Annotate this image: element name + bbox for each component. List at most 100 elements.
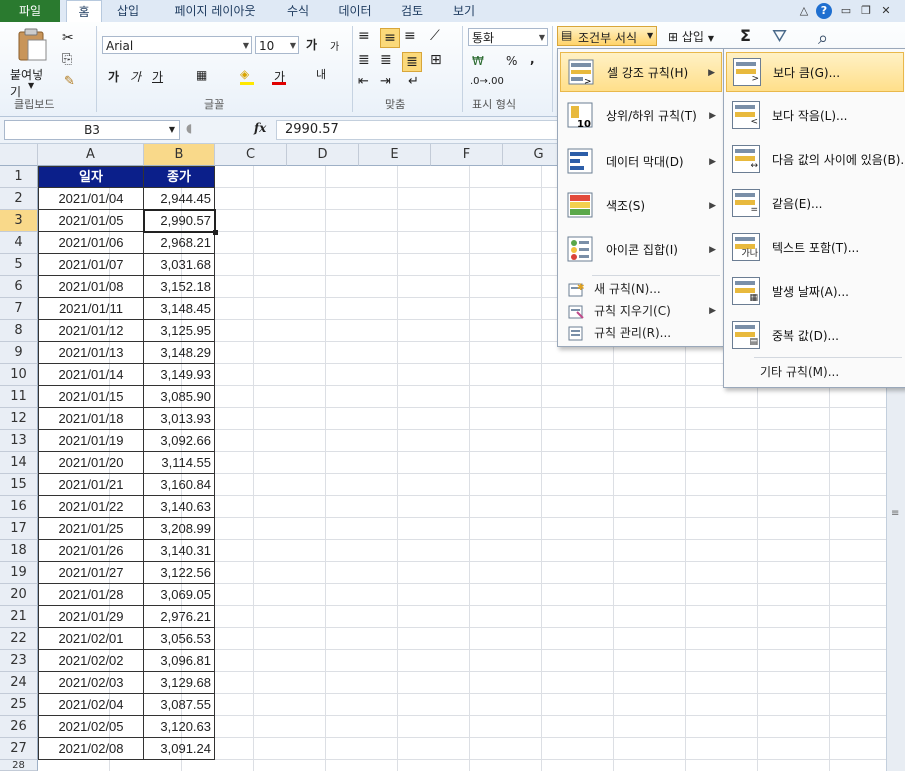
copy-icon[interactable]: ⎘ xyxy=(62,52,72,67)
cell-date[interactable]: 2021/01/26 xyxy=(38,540,144,562)
row-header[interactable]: 4 xyxy=(0,232,38,254)
decrease-indent-icon[interactable]: ⇤ xyxy=(358,74,369,89)
cell-close[interactable]: 3,160.84 xyxy=(144,474,215,496)
row-header[interactable]: 9 xyxy=(0,342,38,364)
row-header[interactable]: 14 xyxy=(0,452,38,474)
cell-date[interactable]: 2021/01/15 xyxy=(38,386,144,408)
tab-formulas[interactable]: 수식 xyxy=(278,0,318,22)
conditional-format-button[interactable]: ▤ 조건부 서식 ▼ xyxy=(557,26,657,46)
row-header[interactable]: 19 xyxy=(0,562,38,584)
cell-close[interactable]: 3,122.56 xyxy=(144,562,215,584)
cell-close[interactable]: 3,091.24 xyxy=(144,738,215,760)
row-header[interactable]: 1 xyxy=(0,166,38,188)
cell-date[interactable]: 2021/01/11 xyxy=(38,298,144,320)
tab-home[interactable]: 홈 xyxy=(66,0,102,24)
column-header-f[interactable]: F xyxy=(431,144,503,166)
merge-center-icon[interactable]: ⊞ xyxy=(430,52,442,68)
menu-item-more-rules[interactable]: 기타 규칙(M)... xyxy=(726,361,904,383)
bold-button[interactable]: 가 xyxy=(108,68,119,85)
cell-close[interactable]: 3,140.31 xyxy=(144,540,215,562)
cell-date[interactable]: 2021/01/07 xyxy=(38,254,144,276)
cell-date[interactable]: 2021/01/08 xyxy=(38,276,144,298)
cell-close[interactable]: 3,140.63 xyxy=(144,496,215,518)
cell-date[interactable]: 2021/01/18 xyxy=(38,408,144,430)
cell-close[interactable]: 3,120.63 xyxy=(144,716,215,738)
row-header[interactable]: 17 xyxy=(0,518,38,540)
underline-button[interactable]: 가 xyxy=(152,68,163,85)
cell-date[interactable]: 2021/01/05 xyxy=(38,210,144,232)
cell-close[interactable]: 3,148.29 xyxy=(144,342,215,364)
menu-item-manage-rules[interactable]: 규칙 관리(R)... xyxy=(560,322,722,344)
tab-file[interactable]: 파일 xyxy=(0,0,60,22)
row-header[interactable]: 24 xyxy=(0,672,38,694)
format-painter-icon[interactable]: ✎ xyxy=(64,74,75,89)
decrease-font-button[interactable]: 가 xyxy=(330,38,339,53)
cell-close[interactable]: 3,148.45 xyxy=(144,298,215,320)
cell-date[interactable]: 2021/01/22 xyxy=(38,496,144,518)
phonetic-button[interactable]: 내 xyxy=(316,66,326,82)
currency-icon[interactable]: ₩ xyxy=(472,54,484,68)
cell-date[interactable]: 2021/01/13 xyxy=(38,342,144,364)
cell-date[interactable]: 2021/02/05 xyxy=(38,716,144,738)
increase-decimal-icon[interactable]: .0→.00 xyxy=(470,76,504,87)
row-header[interactable]: 22 xyxy=(0,628,38,650)
header-cell-date[interactable]: 일자 xyxy=(38,166,144,188)
cell-close[interactable]: 3,096.81 xyxy=(144,650,215,672)
cut-icon[interactable]: ✂ xyxy=(62,30,74,46)
align-top-icon[interactable]: ≡ xyxy=(358,28,370,44)
cell-close[interactable]: 3,129.68 xyxy=(144,672,215,694)
menu-item-highlight-cells[interactable]: > 셀 강조 규칙(H) ▶ xyxy=(560,52,722,92)
tab-insert[interactable]: 삽입 xyxy=(108,0,148,22)
cell-close[interactable]: 3,125.95 xyxy=(144,320,215,342)
cell-close[interactable]: 2,944.45 xyxy=(144,188,215,210)
menu-item-text-contains[interactable]: 가나 텍스트 포함(T)... xyxy=(726,228,904,268)
cell-date[interactable]: 2021/01/20 xyxy=(38,452,144,474)
cell-date[interactable]: 2021/02/04 xyxy=(38,694,144,716)
cell-date[interactable]: 2021/02/08 xyxy=(38,738,144,760)
menu-item-data-bars[interactable]: 데이터 막대(D) ▶ xyxy=(560,142,722,182)
menu-item-date-occurring[interactable]: ▦ 발생 날짜(A)... xyxy=(726,272,904,312)
fill-handle[interactable] xyxy=(213,230,218,235)
collapse-ribbon-icon[interactable]: △ xyxy=(796,3,812,19)
menu-item-between[interactable]: ↔ 다음 값의 사이에 있음(B)... xyxy=(726,140,905,180)
menu-item-color-scales[interactable]: 색조(S) ▶ xyxy=(560,186,722,226)
paste-dropdown-icon[interactable]: ▼ xyxy=(28,81,34,90)
tab-view[interactable]: 보기 xyxy=(444,0,484,22)
increase-indent-icon[interactable]: ⇥ xyxy=(380,74,391,89)
fill-color-icon[interactable]: ◈ xyxy=(240,67,249,81)
cell-date[interactable]: 2021/01/21 xyxy=(38,474,144,496)
row-header[interactable]: 5 xyxy=(0,254,38,276)
orientation-icon[interactable]: ⟋ xyxy=(430,28,440,44)
column-header-b[interactable]: B xyxy=(144,144,215,166)
tab-page-layout[interactable]: 페이지 레이아웃 xyxy=(160,0,270,22)
border-icon[interactable]: ▦ xyxy=(196,68,207,82)
row-header[interactable]: 10 xyxy=(0,364,38,386)
cell-date[interactable]: 2021/02/02 xyxy=(38,650,144,672)
cell-close[interactable]: 3,208.99 xyxy=(144,518,215,540)
increase-font-button[interactable]: 가 xyxy=(306,36,317,53)
tab-data[interactable]: 데이터 xyxy=(330,0,380,22)
cell-close[interactable]: 3,069.05 xyxy=(144,584,215,606)
header-cell-close[interactable]: 종가 xyxy=(144,166,215,188)
minimize-icon[interactable]: ▭ xyxy=(838,3,854,19)
cell-date[interactable]: 2021/01/29 xyxy=(38,606,144,628)
column-header-d[interactable]: D xyxy=(287,144,359,166)
row-header[interactable]: 21 xyxy=(0,606,38,628)
menu-item-greater-than[interactable]: > 보다 큼(G)... xyxy=(726,52,904,92)
cell-close[interactable]: 3,085.90 xyxy=(144,386,215,408)
row-header[interactable]: 26 xyxy=(0,716,38,738)
cell-date[interactable]: 2021/01/04 xyxy=(38,188,144,210)
help-icon[interactable]: ? xyxy=(816,3,832,19)
name-box[interactable]: B3 ▼ xyxy=(4,120,180,140)
cell-date[interactable]: 2021/01/19 xyxy=(38,430,144,452)
column-header-e[interactable]: E xyxy=(359,144,431,166)
row-header[interactable]: 23 xyxy=(0,650,38,672)
row-header[interactable]: 15 xyxy=(0,474,38,496)
wrap-text-icon[interactable]: ↵ xyxy=(408,74,419,89)
row-header[interactable]: 27 xyxy=(0,738,38,760)
cell-close[interactable]: 2,976.21 xyxy=(144,606,215,628)
cell-close[interactable]: 3,031.68 xyxy=(144,254,215,276)
font-name-select[interactable]: Arial ▼ xyxy=(102,36,252,54)
column-header-c[interactable]: C xyxy=(215,144,287,166)
cell-close[interactable]: 3,152.18 xyxy=(144,276,215,298)
